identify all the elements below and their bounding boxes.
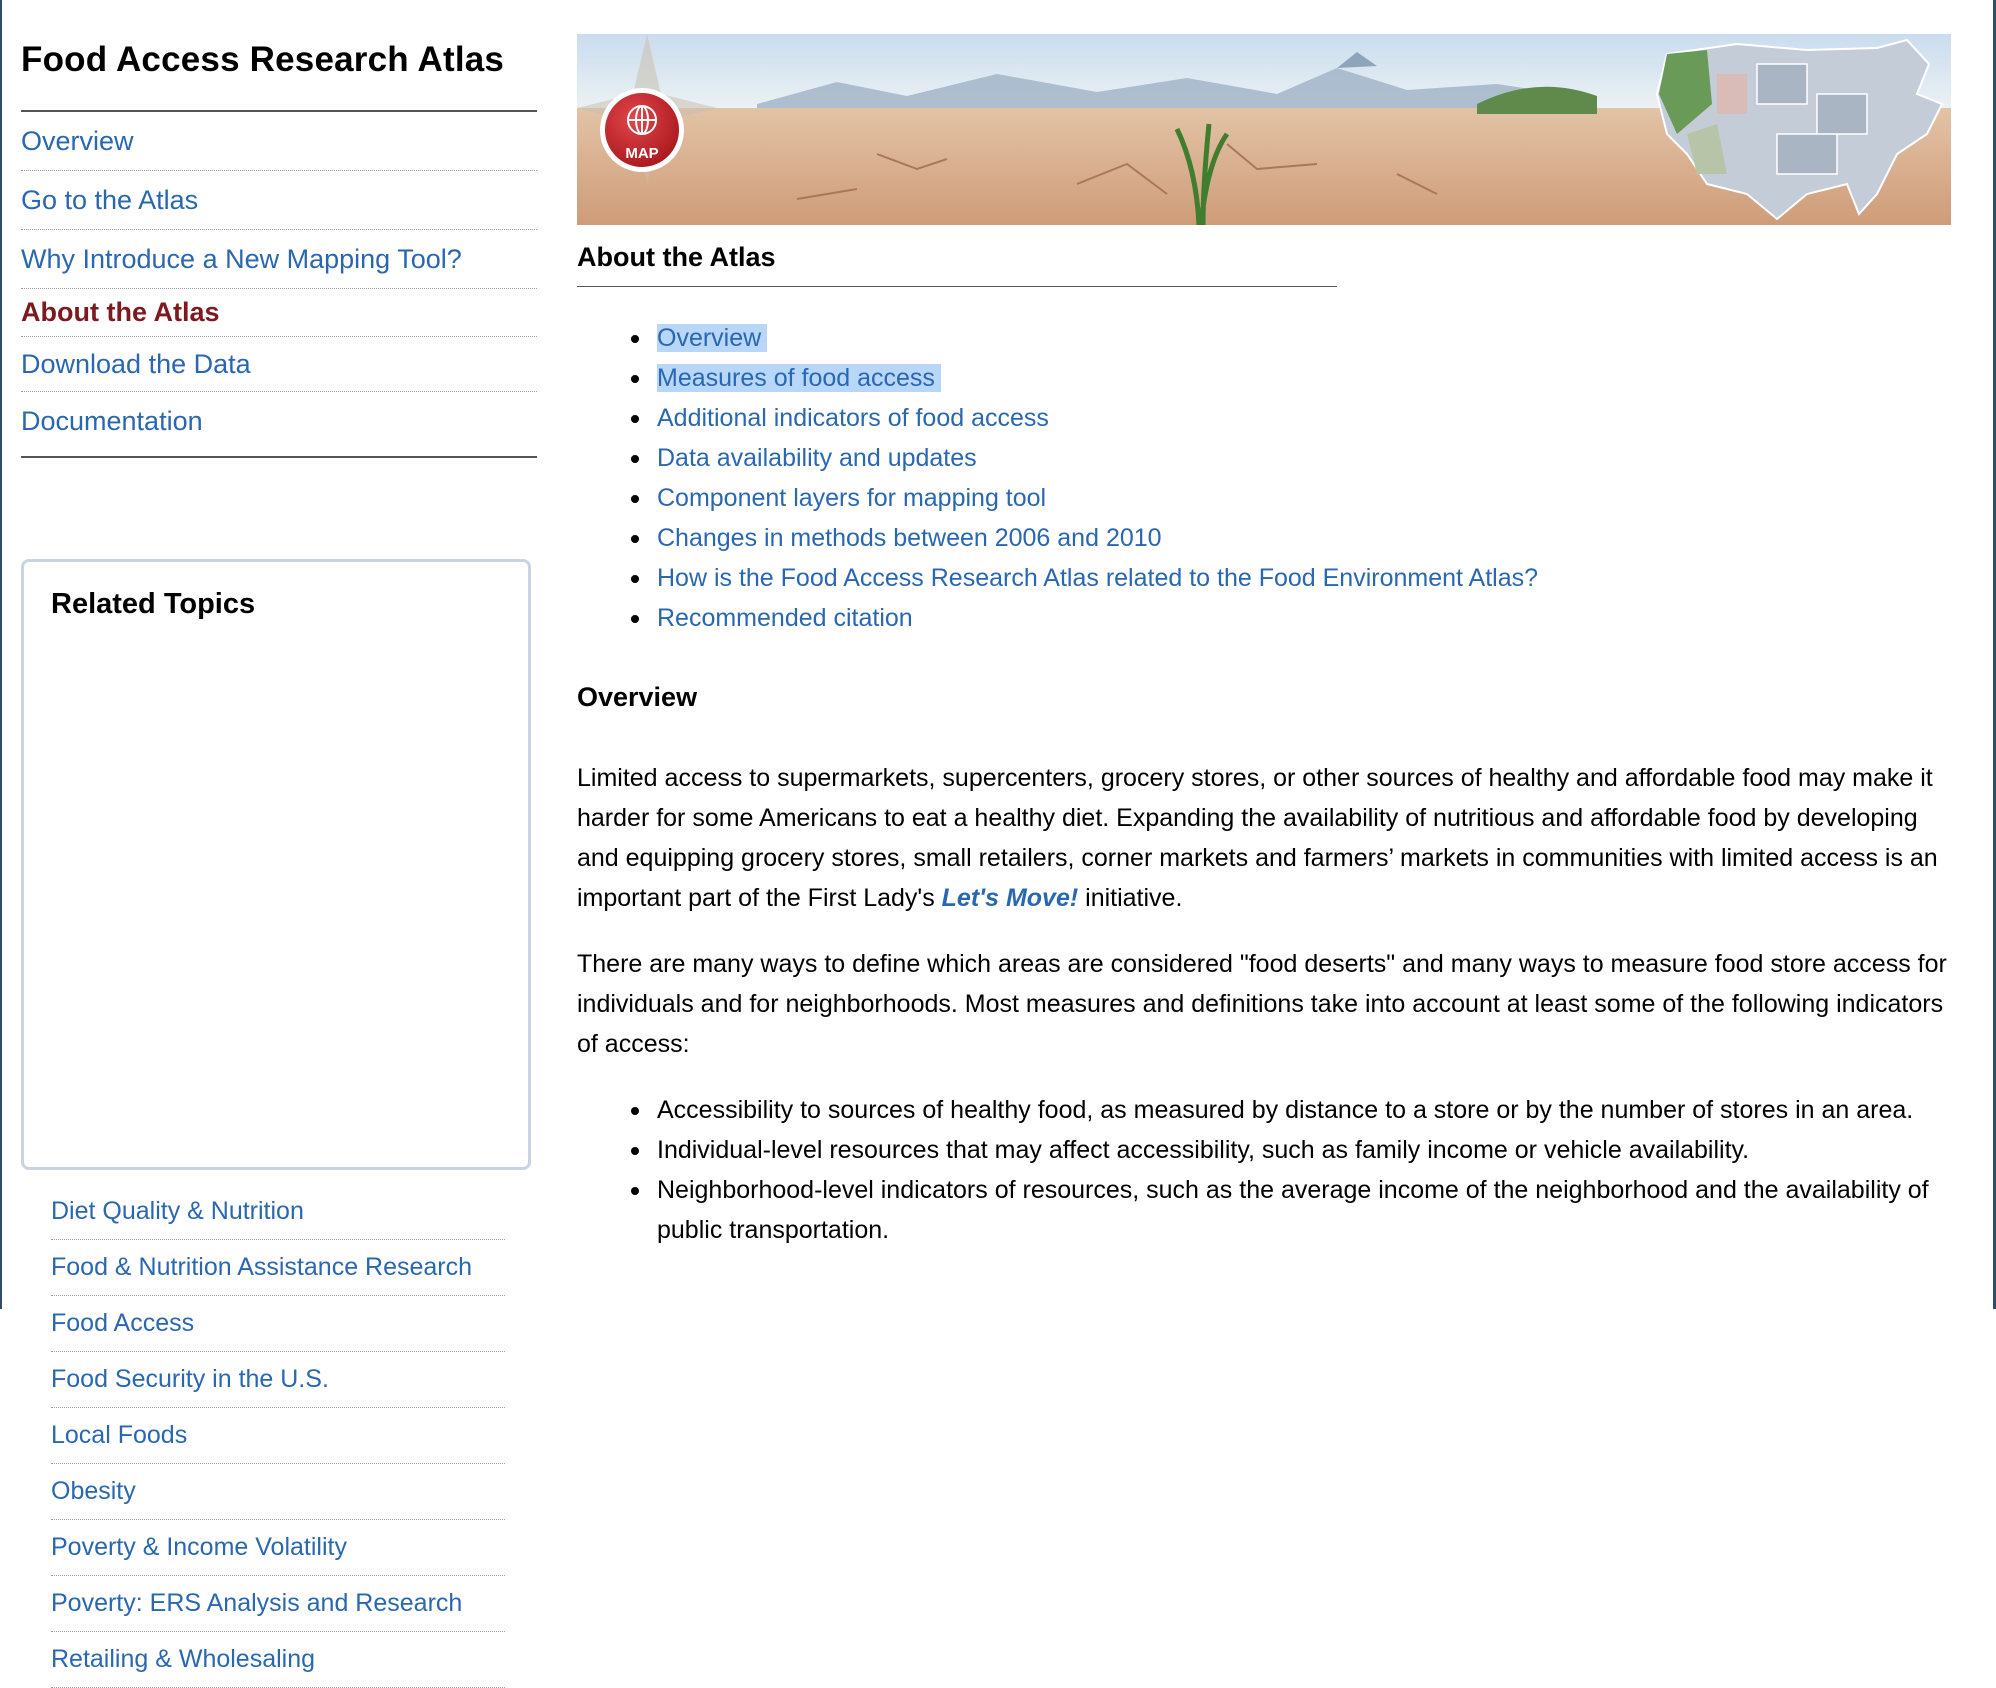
- about-table-of-contents: Overview Measures of food access Additio…: [630, 318, 1538, 638]
- toc-item[interactable]: How is the Food Access Research Atlas re…: [630, 558, 1538, 598]
- overview-heading: Overview: [577, 682, 698, 712]
- related-topic-link[interactable]: Food Security in the U.S.: [51, 1365, 329, 1394]
- related-topics-title: Related Topics: [51, 588, 256, 620]
- related-topic-link[interactable]: Retailing & Wholesaling: [51, 1645, 315, 1674]
- lets-move-link[interactable]: Let's Move!: [942, 884, 1079, 912]
- nav-link[interactable]: Overview: [21, 126, 134, 157]
- sidebar-nav: Overview Go to the Atlas Why Introduce a…: [21, 112, 537, 450]
- list-item: Neighborhood-level indicators of resourc…: [631, 1170, 1947, 1250]
- related-topic-link[interactable]: Diet Quality & Nutrition: [51, 1197, 304, 1226]
- overview-paragraph-1: Limited access to supermarkets, supercen…: [577, 758, 1947, 918]
- related-topic-item[interactable]: Food & Nutrition Assistance Research: [51, 1240, 505, 1296]
- nav-item-download-data[interactable]: Download the Data: [21, 337, 537, 392]
- paragraph-text: Limited access to supermarkets, supercen…: [577, 764, 1938, 912]
- toc-link-data-availability[interactable]: Data availability and updates: [657, 444, 977, 472]
- related-topic-item[interactable]: Poverty: ERS Analysis and Research: [51, 1576, 505, 1632]
- related-topic-link[interactable]: Local Foods: [51, 1421, 187, 1450]
- toc-item[interactable]: Recommended citation: [630, 598, 1538, 638]
- nav-current-label: About the Atlas: [21, 297, 220, 327]
- list-item: Accessibility to sources of healthy food…: [631, 1090, 1947, 1130]
- toc-link-method-changes[interactable]: Changes in methods between 2006 and 2010: [657, 524, 1162, 552]
- related-topic-link[interactable]: Food Access: [51, 1309, 194, 1338]
- related-topic-item[interactable]: Obesity: [51, 1464, 505, 1520]
- toc-item[interactable]: Data availability and updates: [630, 438, 1538, 478]
- site-title: Food Access Research Atlas: [21, 40, 505, 79]
- toc-link-component-layers[interactable]: Component layers for mapping tool: [657, 484, 1046, 512]
- window-left-edge: [0, 0, 2, 1309]
- section-divider: [577, 286, 1337, 287]
- related-topic-link[interactable]: Food & Nutrition Assistance Research: [51, 1253, 472, 1282]
- paragraph-text: initiative.: [1078, 884, 1183, 912]
- related-topic-item[interactable]: Food Security in the U.S.: [51, 1352, 505, 1408]
- lets-move-link-text: Let's Move!: [941, 884, 1079, 912]
- nav-item-documentation[interactable]: Documentation: [21, 392, 537, 450]
- nav-item-go-to-atlas[interactable]: Go to the Atlas: [21, 171, 537, 230]
- nav-item-why-new-tool[interactable]: Why Introduce a New Mapping Tool?: [21, 230, 537, 289]
- toc-link-food-environment[interactable]: How is the Food Access Research Atlas re…: [657, 564, 1538, 592]
- access-indicators-list: Accessibility to sources of healthy food…: [631, 1090, 1947, 1250]
- atlas-banner-image: MAP: [577, 34, 1951, 225]
- toc-item[interactable]: Changes in methods between 2006 and 2010: [630, 518, 1538, 558]
- related-topic-item[interactable]: Poverty & Income Volatility: [51, 1520, 505, 1576]
- list-item: Individual-level resources that may affe…: [631, 1130, 1947, 1170]
- related-topic-link[interactable]: Poverty & Income Volatility: [51, 1533, 347, 1562]
- related-topic-link[interactable]: Poverty: ERS Analysis and Research: [51, 1589, 462, 1618]
- nav-item-about-atlas[interactable]: About the Atlas: [21, 289, 537, 337]
- nav-divider-bottom: [21, 456, 537, 458]
- toc-link-additional-indicators[interactable]: Additional indicators of food access: [657, 404, 1049, 432]
- nav-link[interactable]: Why Introduce a New Mapping Tool?: [21, 244, 462, 275]
- nav-link[interactable]: Download the Data: [21, 349, 251, 380]
- related-topics-list: Diet Quality & Nutrition Food & Nutritio…: [51, 1184, 505, 1688]
- toc-item[interactable]: Additional indicators of food access: [630, 398, 1538, 438]
- section-title-about-atlas: About the Atlas: [577, 242, 776, 272]
- related-topic-item[interactable]: Diet Quality & Nutrition: [51, 1184, 505, 1240]
- nav-link[interactable]: Go to the Atlas: [21, 185, 198, 216]
- toc-item[interactable]: Component layers for mapping tool: [630, 478, 1538, 518]
- related-topic-item[interactable]: Food Access: [51, 1296, 505, 1352]
- toc-link-measures[interactable]: Measures of food access: [657, 364, 941, 392]
- map-badge-label: MAP: [625, 145, 658, 162]
- related-topic-link[interactable]: Obesity: [51, 1477, 136, 1506]
- related-topic-item[interactable]: Local Foods: [51, 1408, 505, 1464]
- related-topic-item[interactable]: Retailing & Wholesaling: [51, 1632, 505, 1688]
- nav-item-overview[interactable]: Overview: [21, 112, 537, 171]
- nav-link[interactable]: Documentation: [21, 406, 203, 437]
- related-topics-box: Related Topics Diet Quality & Nutrition …: [21, 559, 531, 1688]
- overview-paragraph-2: There are many ways to define which area…: [577, 950, 1947, 1058]
- toc-item[interactable]: Overview: [630, 318, 1538, 358]
- toc-link-overview[interactable]: Overview: [657, 324, 768, 352]
- toc-link-citation[interactable]: Recommended citation: [657, 604, 913, 632]
- toc-item[interactable]: Measures of food access: [630, 358, 1538, 398]
